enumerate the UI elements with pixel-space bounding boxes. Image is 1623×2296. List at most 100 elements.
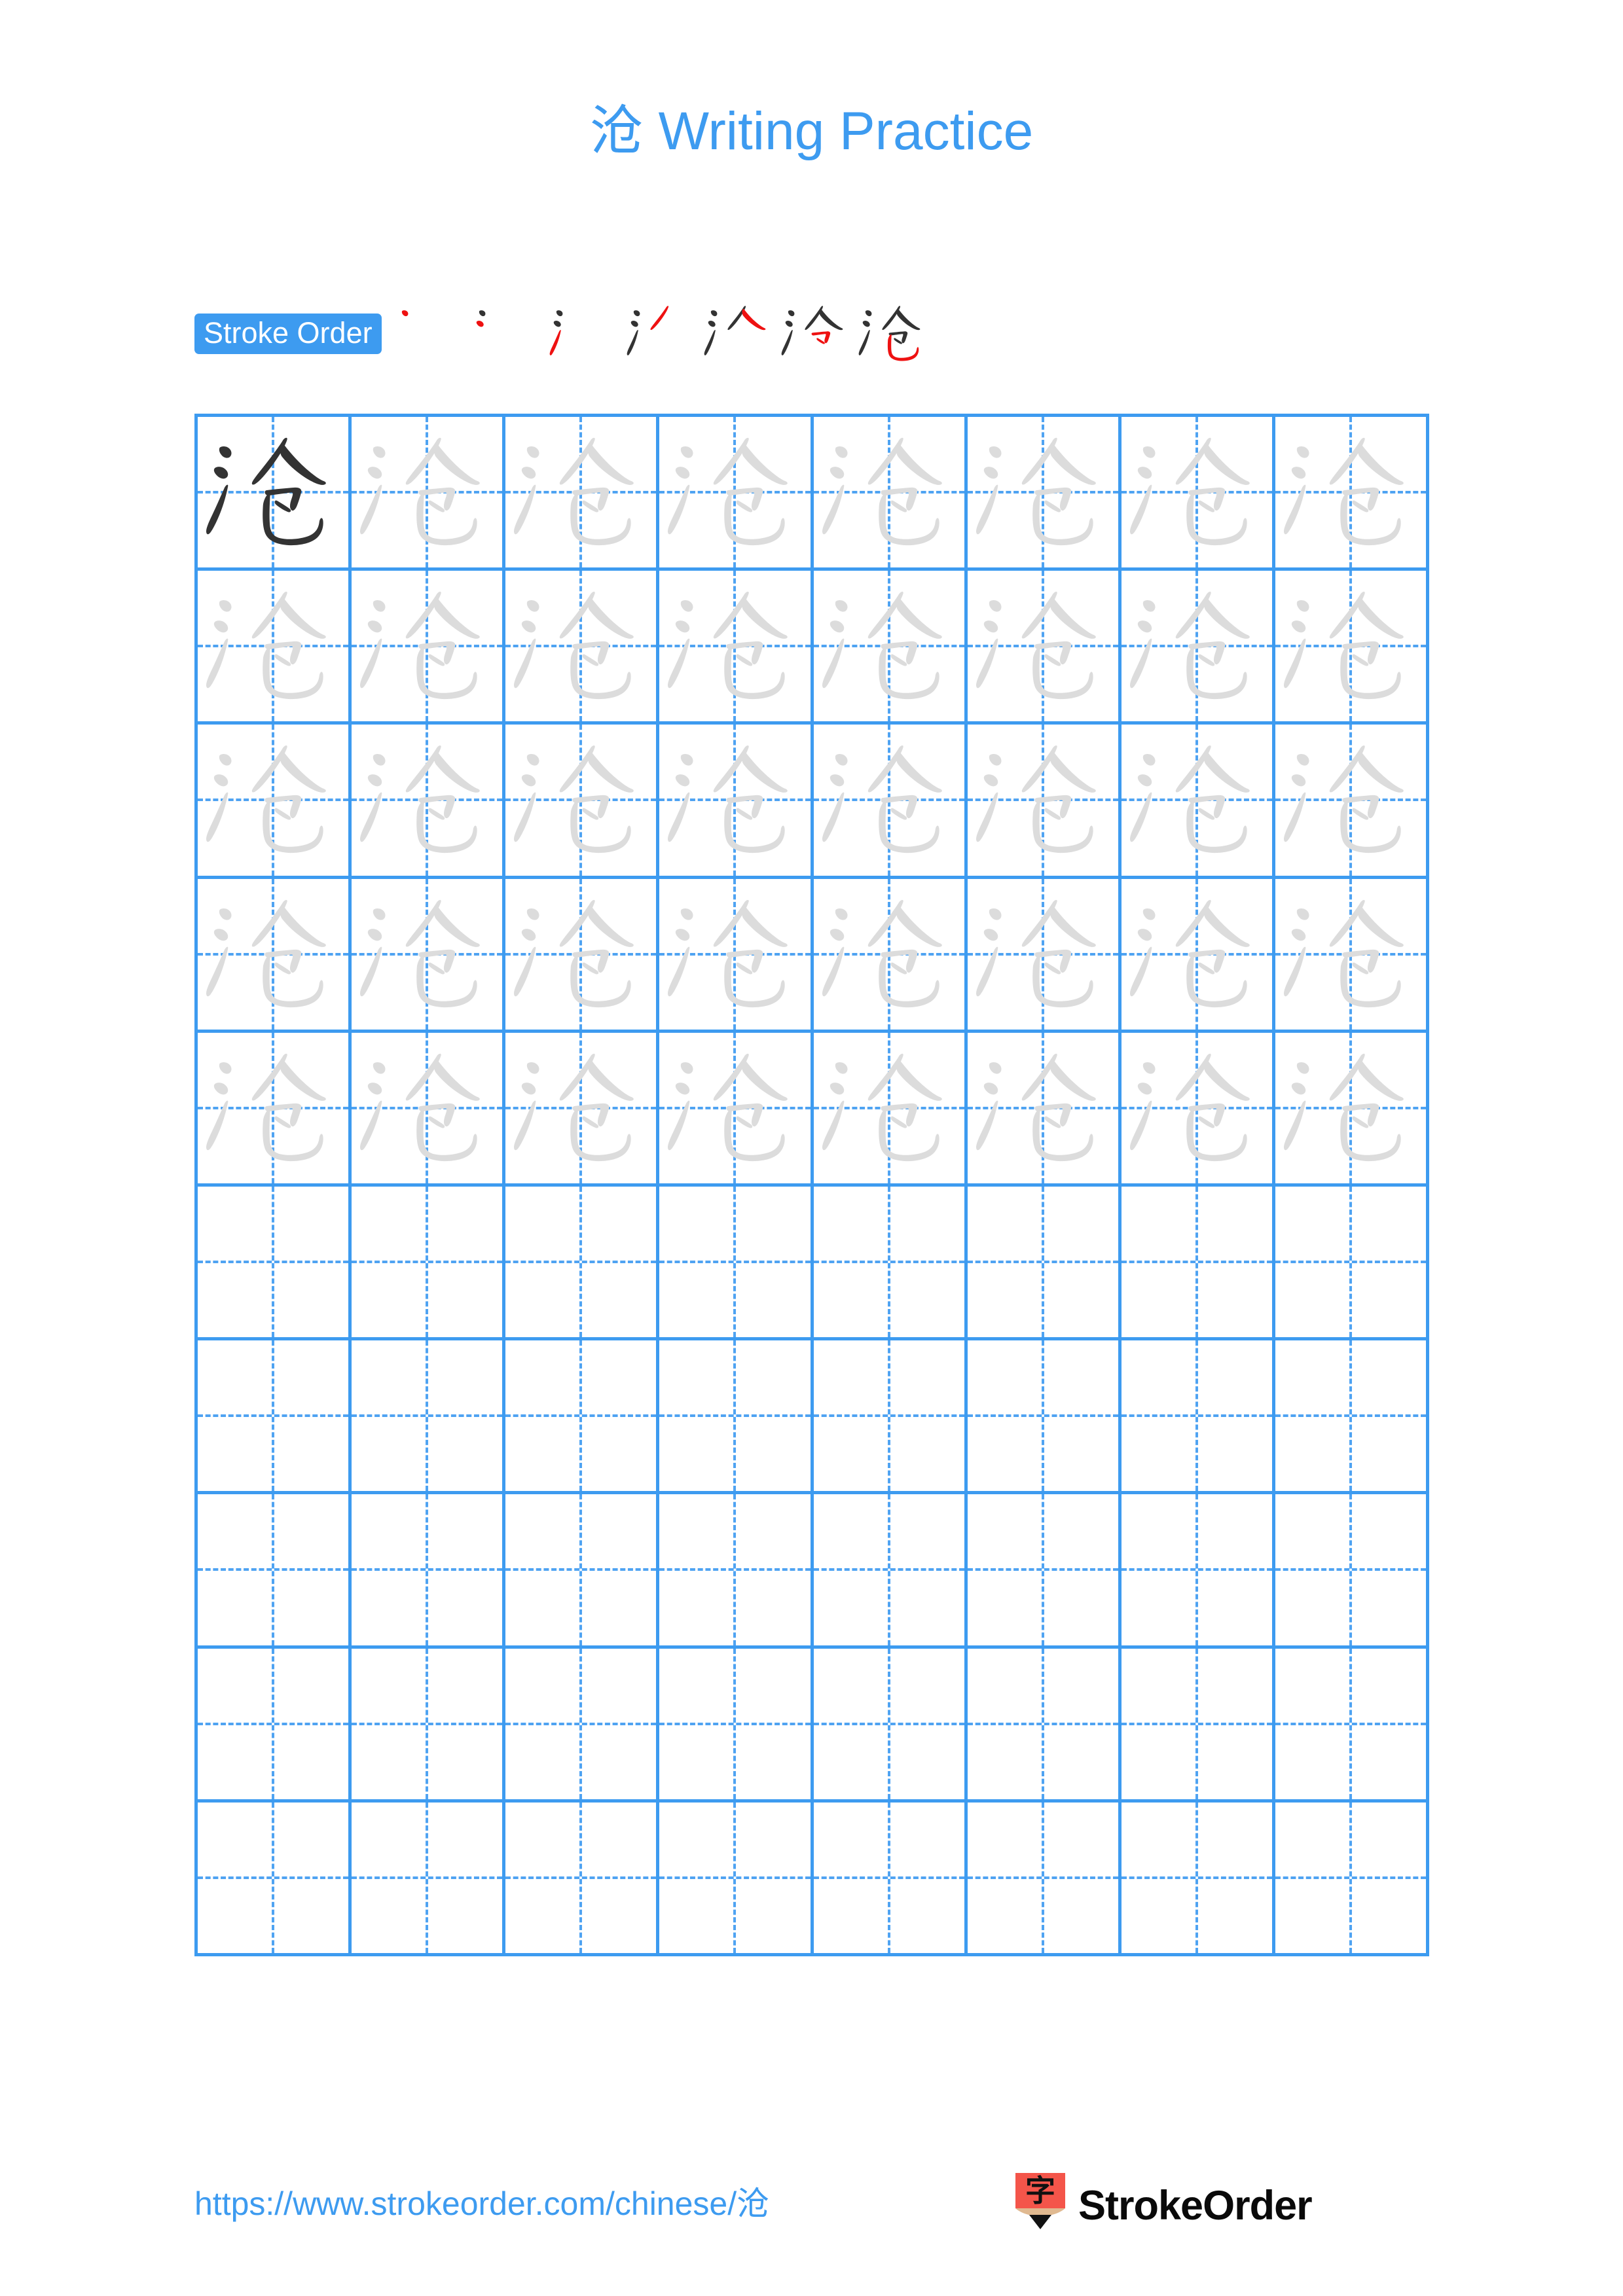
practice-cell[interactable] bbox=[967, 1802, 1122, 1956]
practice-cell[interactable] bbox=[659, 1186, 814, 1341]
trace-character bbox=[814, 725, 964, 875]
practice-cell[interactable] bbox=[1275, 571, 1429, 725]
practice-cell[interactable] bbox=[352, 1186, 506, 1341]
practice-cell[interactable] bbox=[198, 571, 352, 725]
practice-cell[interactable] bbox=[659, 1032, 814, 1187]
practice-cell[interactable] bbox=[1275, 878, 1429, 1033]
practice-cell[interactable] bbox=[1121, 1648, 1275, 1803]
practice-cell[interactable] bbox=[352, 417, 506, 571]
practice-cell[interactable] bbox=[505, 1494, 660, 1649]
practice-cell[interactable] bbox=[813, 1340, 968, 1495]
practice-cell[interactable] bbox=[198, 1340, 352, 1495]
practice-cell[interactable] bbox=[352, 1802, 506, 1956]
practice-cell[interactable] bbox=[659, 571, 814, 725]
page-title: 沧 Writing Practice bbox=[589, 101, 1034, 161]
practice-cell[interactable] bbox=[198, 1648, 352, 1803]
practice-cell[interactable] bbox=[813, 1494, 968, 1649]
practice-cell[interactable] bbox=[1121, 878, 1275, 1033]
practice-cell[interactable] bbox=[1121, 1802, 1275, 1956]
practice-cell[interactable] bbox=[198, 1032, 352, 1187]
practice-cell[interactable] bbox=[967, 1494, 1122, 1649]
practice-cell[interactable] bbox=[1121, 1032, 1275, 1187]
practice-cell[interactable] bbox=[967, 878, 1122, 1033]
practice-cell[interactable] bbox=[198, 1186, 352, 1341]
trace-character bbox=[505, 725, 656, 875]
practice-cell[interactable] bbox=[813, 571, 968, 725]
practice-cell[interactable] bbox=[967, 1340, 1122, 1495]
practice-cell[interactable] bbox=[505, 1648, 660, 1803]
practice-cell[interactable] bbox=[813, 878, 968, 1033]
practice-cell[interactable] bbox=[813, 1802, 968, 1956]
trace-character bbox=[659, 725, 810, 875]
practice-cell[interactable] bbox=[198, 725, 352, 879]
stroke-step-6 bbox=[777, 295, 854, 372]
practice-cell[interactable] bbox=[1121, 571, 1275, 725]
practice-cell[interactable] bbox=[198, 878, 352, 1033]
practice-cell[interactable] bbox=[352, 1648, 506, 1803]
trace-character bbox=[505, 571, 656, 721]
practice-cell[interactable] bbox=[352, 1494, 506, 1649]
practice-cell[interactable] bbox=[505, 1340, 660, 1495]
trace-character bbox=[968, 417, 1118, 567]
trace-character bbox=[352, 879, 502, 1030]
trace-character bbox=[198, 571, 348, 721]
practice-cell[interactable] bbox=[352, 725, 506, 879]
trace-character bbox=[352, 571, 502, 721]
practice-cell[interactable] bbox=[1121, 1186, 1275, 1341]
stroke-order-section: Stroke Order bbox=[194, 306, 932, 361]
practice-cell[interactable] bbox=[659, 1494, 814, 1649]
practice-cell[interactable] bbox=[352, 1032, 506, 1187]
practice-cell[interactable] bbox=[198, 1494, 352, 1649]
practice-cell[interactable] bbox=[967, 1186, 1122, 1341]
practice-cell[interactable] bbox=[967, 725, 1122, 879]
practice-cell[interactable] bbox=[659, 417, 814, 571]
practice-cell[interactable] bbox=[967, 571, 1122, 725]
practice-cell[interactable] bbox=[505, 571, 660, 725]
practice-cell[interactable] bbox=[967, 417, 1122, 571]
practice-cell[interactable] bbox=[1275, 417, 1429, 571]
practice-cell[interactable] bbox=[659, 1340, 814, 1495]
practice-cell[interactable] bbox=[505, 1186, 660, 1341]
practice-cell[interactable] bbox=[1121, 725, 1275, 879]
practice-cell[interactable] bbox=[659, 725, 814, 879]
practice-cell[interactable] bbox=[1275, 1494, 1429, 1649]
trace-character bbox=[505, 1033, 656, 1183]
practice-cell[interactable] bbox=[505, 1802, 660, 1956]
practice-cell[interactable] bbox=[1121, 417, 1275, 571]
practice-cell[interactable] bbox=[659, 878, 814, 1033]
practice-cell[interactable] bbox=[813, 1186, 968, 1341]
practice-cell[interactable] bbox=[1275, 1648, 1429, 1803]
practice-cell[interactable] bbox=[813, 1648, 968, 1803]
practice-cell[interactable] bbox=[198, 1802, 352, 1956]
practice-cell[interactable] bbox=[1121, 1494, 1275, 1649]
practice-cell[interactable] bbox=[505, 878, 660, 1033]
trace-character bbox=[968, 879, 1118, 1030]
practice-cell[interactable] bbox=[967, 1648, 1122, 1803]
practice-cell[interactable] bbox=[1121, 1340, 1275, 1495]
practice-cell[interactable] bbox=[1275, 1802, 1429, 1956]
practice-cell[interactable] bbox=[813, 417, 968, 571]
practice-cell[interactable] bbox=[352, 1340, 506, 1495]
practice-cell[interactable] bbox=[198, 417, 352, 571]
trace-character bbox=[659, 571, 810, 721]
practice-cell[interactable] bbox=[967, 1032, 1122, 1187]
stroke-step-1 bbox=[391, 295, 468, 372]
practice-cell[interactable] bbox=[659, 1648, 814, 1803]
practice-cell[interactable] bbox=[1275, 1186, 1429, 1341]
practice-cell[interactable] bbox=[1275, 725, 1429, 879]
practice-cell[interactable] bbox=[1275, 1032, 1429, 1187]
practice-cell[interactable] bbox=[1275, 1340, 1429, 1495]
practice-cell[interactable] bbox=[813, 1032, 968, 1187]
pencil-logo-icon: 字 bbox=[1012, 2173, 1069, 2238]
footer-url-link[interactable]: https://www.strokeorder.com/chinese/沧 bbox=[194, 2184, 769, 2223]
practice-cell[interactable] bbox=[659, 1802, 814, 1956]
trace-character bbox=[505, 417, 656, 567]
trace-character bbox=[659, 417, 810, 567]
practice-cell[interactable] bbox=[352, 878, 506, 1033]
practice-cell[interactable] bbox=[505, 1032, 660, 1187]
practice-cell[interactable] bbox=[505, 725, 660, 879]
practice-cell[interactable] bbox=[505, 417, 660, 571]
trace-character bbox=[1275, 571, 1426, 721]
practice-cell[interactable] bbox=[813, 725, 968, 879]
practice-cell[interactable] bbox=[352, 571, 506, 725]
